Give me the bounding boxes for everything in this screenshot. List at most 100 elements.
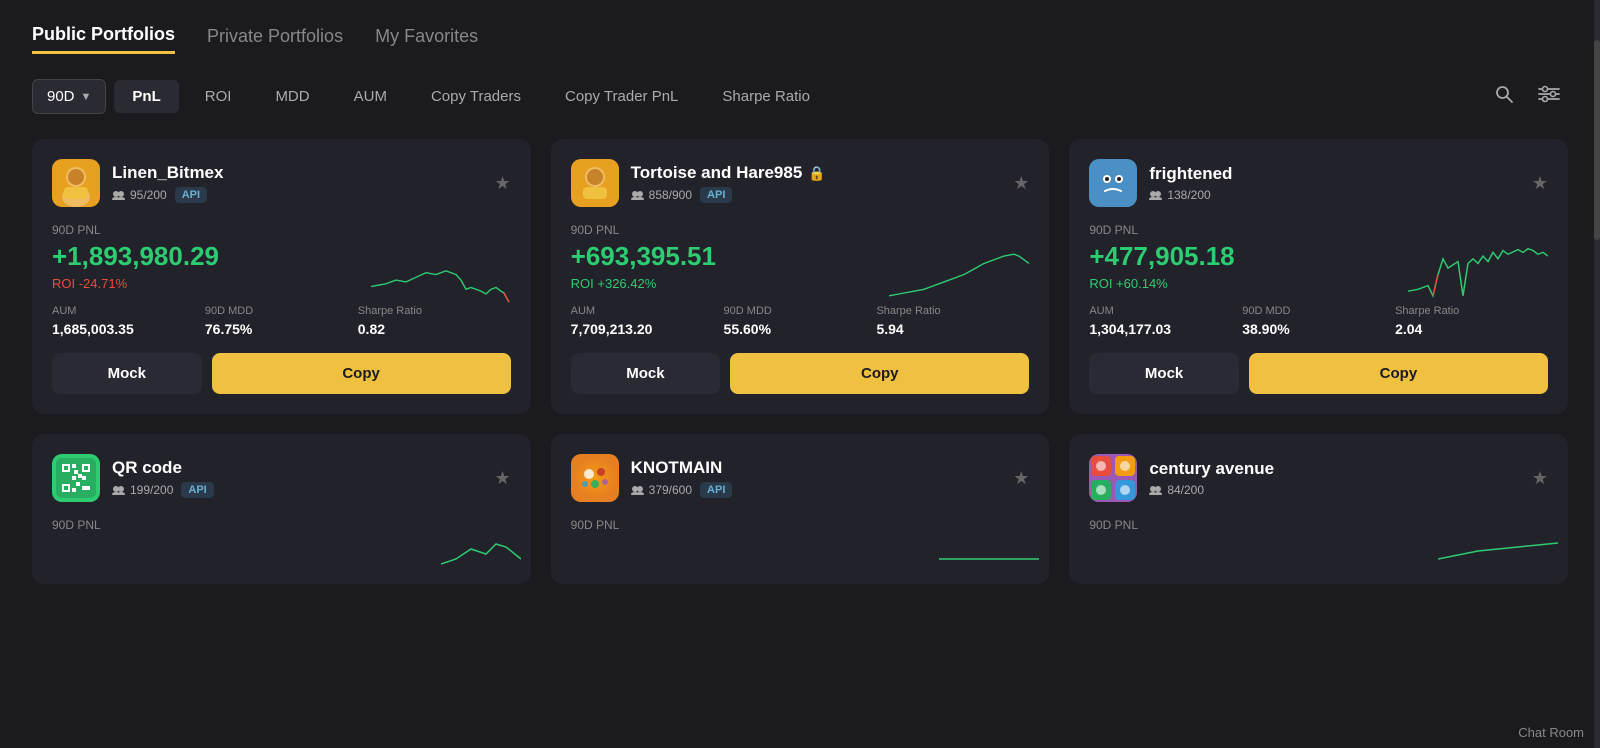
api-badge: API — [700, 187, 732, 203]
pnl-value: +477,905.18 — [1089, 241, 1234, 272]
pnl-row: 90D PNL +693,395.51 ROI +326.42% — [571, 223, 1030, 305]
scrollbar-thumb — [1594, 40, 1600, 240]
stat-sharpe: Sharpe Ratio 5.94 — [876, 305, 1029, 337]
mock-button[interactable]: Mock — [571, 353, 721, 394]
scrollbar[interactable] — [1594, 0, 1600, 748]
user-name: frightened — [1149, 164, 1232, 184]
bottom-cards-grid: QR code 199/200 API ★ 90D PNL — [32, 434, 1568, 584]
favorite-button[interactable]: ★ — [1013, 173, 1029, 194]
avatar — [1089, 159, 1137, 207]
user-meta: 379/600 API — [631, 482, 733, 498]
settings-button[interactable] — [1530, 78, 1568, 115]
user-meta: 138/200 — [1149, 188, 1232, 202]
favorite-button[interactable]: ★ — [495, 468, 511, 489]
user-name: KNOTMAIN — [631, 458, 733, 478]
filter-pnl[interactable]: PnL — [114, 80, 178, 113]
filter-mdd[interactable]: MDD — [257, 80, 327, 113]
stat-aum: AUM 1,685,003.35 — [52, 305, 205, 337]
user-meta: 858/900 API — [631, 187, 826, 203]
filter-roi[interactable]: ROI — [187, 80, 250, 113]
avatar — [571, 159, 619, 207]
stat-sharpe: Sharpe Ratio 0.82 — [358, 305, 511, 337]
api-badge: API — [181, 482, 213, 498]
user-info: frightened 138/200 — [1149, 164, 1232, 202]
user-info: QR code 199/200 API — [112, 458, 214, 498]
avatar — [1089, 454, 1137, 502]
user-info: century avenue 84/200 — [1149, 459, 1274, 497]
avatar — [52, 159, 100, 207]
card-header: QR code 199/200 API ★ — [52, 454, 511, 502]
avatar — [571, 454, 619, 502]
tab-public-portfolios[interactable]: Public Portfolios — [32, 24, 175, 54]
roi-value: ROI +326.42% — [571, 276, 716, 291]
user-meta: 199/200 API — [112, 482, 214, 498]
filter-icon — [1538, 84, 1560, 104]
mock-button[interactable]: Mock — [1089, 353, 1239, 394]
user-name: Linen_Bitmex — [112, 163, 223, 183]
user-name: century avenue — [1149, 459, 1274, 479]
action-buttons: Mock Copy — [571, 353, 1030, 394]
card-user: QR code 199/200 API — [52, 454, 214, 502]
stats-row: AUM 7,709,213.20 90D MDD 55.60% Sharpe R… — [571, 305, 1030, 337]
top-tabs: Public Portfolios Private Portfolios My … — [32, 24, 1568, 54]
mock-button[interactable]: Mock — [52, 353, 202, 394]
tab-my-favorites[interactable]: My Favorites — [375, 26, 478, 53]
stat-aum: AUM 1,304,177.03 — [1089, 305, 1242, 337]
stats-row: AUM 1,685,003.35 90D MDD 76.75% Sharpe R… — [52, 305, 511, 337]
copy-button[interactable]: Copy — [212, 353, 511, 394]
filter-aum[interactable]: AUM — [336, 80, 405, 113]
pnl-value: +1,893,980.29 — [52, 241, 219, 272]
period-arrow: ▼ — [81, 91, 92, 103]
filter-copy-trader-pnl[interactable]: Copy Trader PnL — [547, 80, 696, 113]
card-header: century avenue 84/200 ★ — [1089, 454, 1548, 502]
mini-chart — [1408, 245, 1548, 305]
card-header: Tortoise and Hare985 🔒 858/900 API ★ — [571, 159, 1030, 207]
search-icon — [1494, 84, 1514, 104]
stat-mdd: 90D MDD 38.90% — [1242, 305, 1395, 337]
cards-grid: Linen_Bitmex 95/200 API ★ — [32, 139, 1568, 414]
favorite-button[interactable]: ★ — [1532, 468, 1548, 489]
tab-private-portfolios[interactable]: Private Portfolios — [207, 26, 343, 53]
user-name: QR code — [112, 458, 214, 478]
stat-aum: AUM 7,709,213.20 — [571, 305, 724, 337]
card-frightened: frightened 138/200 ★ 90D PNL — [1069, 139, 1568, 414]
mini-chart — [1438, 529, 1558, 569]
user-info: Linen_Bitmex 95/200 API — [112, 163, 223, 203]
action-buttons: Mock Copy — [1089, 353, 1548, 394]
card-linen-bitmex: Linen_Bitmex 95/200 API ★ — [32, 139, 531, 414]
user-info: Tortoise and Hare985 🔒 858/900 API — [631, 163, 826, 203]
copy-button[interactable]: Copy — [1249, 353, 1548, 394]
pnl-row: 90D PNL +1,893,980.29 ROI -24.71% — [52, 223, 511, 305]
filter-copy-traders[interactable]: Copy Traders — [413, 80, 539, 113]
card-header: KNOTMAIN 379/600 API ★ — [571, 454, 1030, 502]
user-count: 84/200 — [1149, 483, 1204, 497]
avatar — [52, 454, 100, 502]
api-badge: API — [700, 482, 732, 498]
card-century-avenue: century avenue 84/200 ★ 90D PNL — [1069, 434, 1568, 584]
user-info: KNOTMAIN 379/600 API — [631, 458, 733, 498]
favorite-button[interactable]: ★ — [1013, 468, 1029, 489]
filter-sharpe-ratio[interactable]: Sharpe Ratio — [704, 80, 828, 113]
user-meta: 95/200 API — [112, 187, 223, 203]
copy-button[interactable]: Copy — [730, 353, 1029, 394]
lock-icon: 🔒 — [808, 165, 825, 182]
search-button[interactable] — [1486, 78, 1522, 115]
favorite-button[interactable]: ★ — [495, 173, 511, 194]
filter-bar: 90D ▼ PnL ROI MDD AUM Copy Traders Copy … — [32, 78, 1568, 115]
user-count: 379/600 — [631, 483, 692, 497]
pnl-value: +693,395.51 — [571, 241, 716, 272]
card-tortoise-hare: Tortoise and Hare985 🔒 858/900 API ★ — [551, 139, 1050, 414]
period-selector[interactable]: 90D ▼ — [32, 79, 106, 114]
roi-value: ROI -24.71% — [52, 276, 219, 291]
card-user: century avenue 84/200 — [1089, 454, 1274, 502]
card-user: Tortoise and Hare985 🔒 858/900 API — [571, 159, 826, 207]
action-buttons: Mock Copy — [52, 353, 511, 394]
favorite-button[interactable]: ★ — [1532, 173, 1548, 194]
user-count: 95/200 — [112, 188, 167, 202]
chat-room[interactable]: Chat Room — [1502, 717, 1600, 748]
card-knotmain: KNOTMAIN 379/600 API ★ 90D PNL — [551, 434, 1050, 584]
mini-chart — [889, 245, 1029, 305]
api-badge: API — [175, 187, 207, 203]
stat-mdd: 90D MDD 76.75% — [205, 305, 358, 337]
pnl-label: 90D PNL — [52, 223, 219, 237]
